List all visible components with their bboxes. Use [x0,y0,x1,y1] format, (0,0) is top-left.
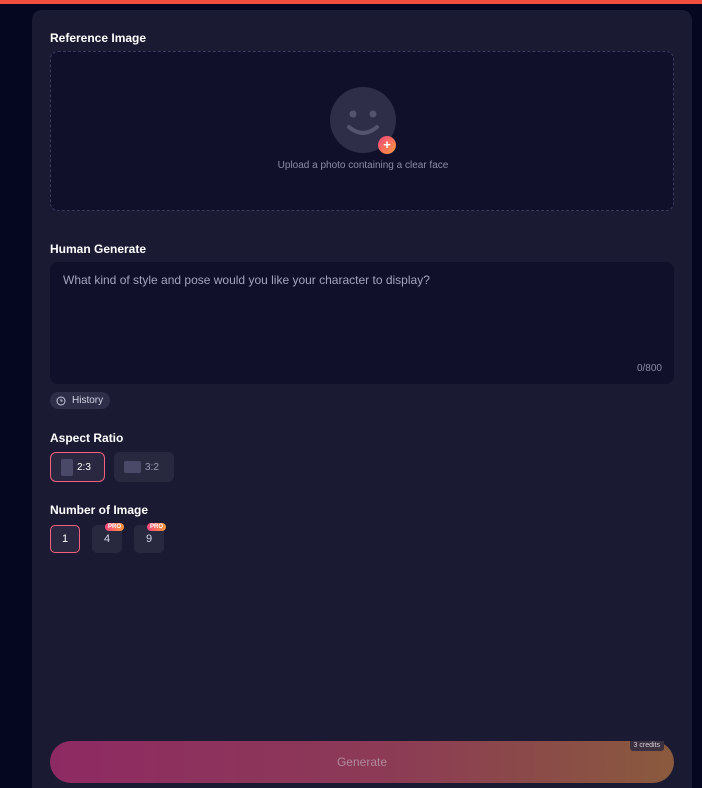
upload-dropzone[interactable]: + Upload a photo containing a clear face [50,51,674,211]
generator-panel: Reference Image + Upload a photo contain… [32,10,692,788]
image-count-option-1[interactable]: 1 [50,525,80,553]
aspect-option-3-2[interactable]: 3:2 [114,452,174,482]
upload-hint-text: Upload a photo containing a clear face [277,160,449,171]
character-counter: 0/800 [636,363,662,374]
image-count-label: 9 [145,533,153,545]
history-label: History [72,395,104,406]
aspect-ratio-title: Aspect Ratio [50,431,124,445]
pro-badge: PRO [105,523,125,531]
reference-image-title: Reference Image [50,31,147,45]
generate-button[interactable]: Generate 3 credits [50,741,674,783]
add-photo-icon[interactable]: + [378,136,396,154]
human-generate-title: Human Generate [50,242,147,256]
image-count-label: 1 [61,533,69,545]
generate-label: Generate [336,755,388,769]
portrait-ratio-icon [61,458,73,476]
image-count-option-9[interactable]: PRO 9 [134,523,167,553]
image-count-label: 4 [103,533,111,545]
landscape-ratio-icon [124,461,141,473]
image-count-option-4[interactable]: PRO 4 [92,523,125,553]
prompt-placeholder: What kind of style and pose would you li… [63,273,430,287]
credits-badge: 3 credits [629,741,664,751]
top-accent-bar [0,0,702,4]
history-button[interactable]: History [50,392,111,409]
prompt-textarea[interactable]: What kind of style and pose would you li… [50,262,674,384]
number-of-image-title: Number of Image [50,503,149,517]
aspect-option-label: 3:2 [145,461,159,473]
aspect-option-2-3[interactable]: 2:3 [50,452,105,482]
clock-icon [56,396,66,405]
aspect-option-label: 2:3 [77,461,91,473]
pro-badge: PRO [147,523,167,531]
